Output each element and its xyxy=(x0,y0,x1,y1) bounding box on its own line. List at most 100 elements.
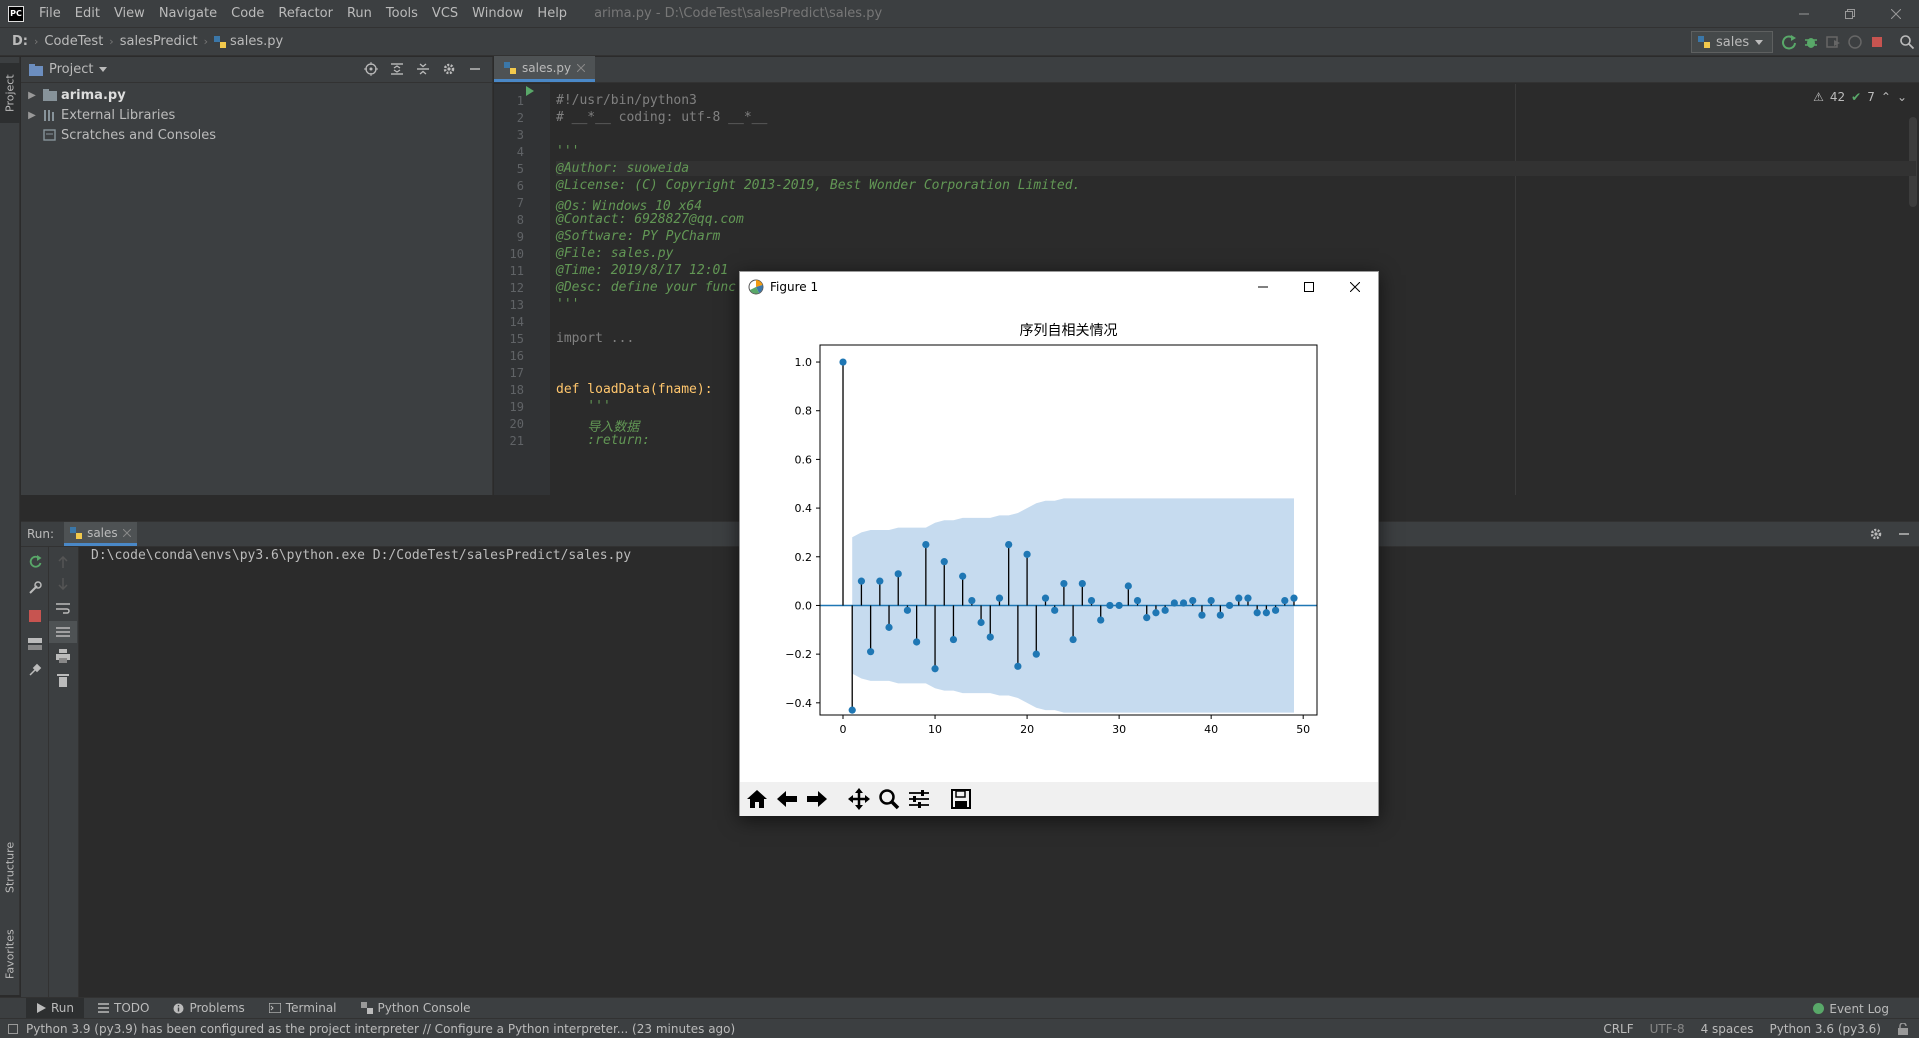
breadcrumb-salespredict[interactable]: salesPredict xyxy=(120,34,198,49)
zoom-button[interactable] xyxy=(874,784,904,814)
chevron-down-icon xyxy=(1755,39,1764,45)
debug-button[interactable] xyxy=(1803,34,1819,50)
breadcrumb-codetest[interactable]: CodeTest xyxy=(44,34,103,49)
menu-window[interactable]: Window xyxy=(465,0,530,27)
acf-point xyxy=(1216,611,1224,619)
folder-icon xyxy=(43,89,57,101)
bottom-tab-terminal[interactable]: Terminal xyxy=(259,998,347,1019)
bottom-tab-problems[interactable]: Problems xyxy=(163,998,254,1019)
rerun-button[interactable] xyxy=(21,551,49,573)
breadcrumb-drive[interactable]: D: xyxy=(12,34,28,49)
configure-subplots-button[interactable] xyxy=(904,784,934,814)
bottom-tab-python-console[interactable]: Python Console xyxy=(351,998,481,1019)
figure-title-bar[interactable]: Figure 1 xyxy=(740,272,1378,302)
event-log-button[interactable]: Event Log xyxy=(1813,998,1889,1019)
soft-wrap-button[interactable] xyxy=(49,597,77,619)
locate-target-icon[interactable] xyxy=(364,62,378,76)
menu-view[interactable]: View xyxy=(107,0,152,27)
interpreter-widget[interactable]: Python 3.6 (py3.6) xyxy=(1770,1022,1881,1036)
acf-point xyxy=(867,648,875,656)
back-button[interactable] xyxy=(772,784,802,814)
menu-tools[interactable]: Tools xyxy=(379,0,425,27)
acf-point xyxy=(1179,599,1188,607)
project-tool-tab[interactable]: Project xyxy=(0,63,20,123)
close-window-button[interactable] xyxy=(1873,0,1919,27)
menu-file[interactable]: File xyxy=(32,0,68,27)
stop-run-button[interactable] xyxy=(21,605,49,627)
close-tab-icon[interactable] xyxy=(577,63,586,72)
breadcrumb-sales-py[interactable]: sales.py xyxy=(230,34,283,49)
save-figure-button[interactable] xyxy=(946,784,976,814)
pin-tab-button[interactable] xyxy=(21,659,49,681)
tree-item-external-libraries[interactable]: ▶ External Libraries xyxy=(21,105,492,125)
print-button[interactable] xyxy=(49,645,77,667)
rerun-button[interactable] xyxy=(1781,34,1797,50)
bottom-tab-todo[interactable]: TODO xyxy=(88,998,159,1019)
close-tab-icon[interactable] xyxy=(122,528,131,537)
breadcrumb-separator: › xyxy=(203,35,209,48)
menu-navigate[interactable]: Navigate xyxy=(152,0,224,27)
gear-icon[interactable] xyxy=(1869,527,1883,541)
tree-item-arima-py[interactable]: ▶ arima.py xyxy=(21,85,492,105)
chevron-right-icon[interactable]: ▶ xyxy=(25,90,39,101)
collapse-all-icon[interactable] xyxy=(416,62,430,76)
coverage-button[interactable] xyxy=(1825,34,1841,50)
figure-minimize-button[interactable] xyxy=(1240,272,1286,302)
close-icon xyxy=(1350,282,1360,292)
project-panel-title[interactable]: Project xyxy=(49,62,93,77)
minimize-button[interactable] xyxy=(1781,0,1827,27)
lock-icon[interactable] xyxy=(1897,1023,1909,1035)
console-output[interactable]: D:\code\conda\envs\py3.6\python.exe D:/C… xyxy=(91,548,631,563)
acf-point xyxy=(1143,614,1151,622)
tool-windows-icon[interactable] xyxy=(8,1023,18,1034)
hide-panel-icon[interactable] xyxy=(1897,527,1911,541)
figure-window[interactable]: Figure 1 序列自相关情况 0 10 20 30 40 50 1.0 0.8 0.6 0.4 0… xyxy=(739,271,1379,816)
chevron-down-icon[interactable] xyxy=(99,67,108,72)
encoding-widget[interactable]: UTF-8 xyxy=(1650,1022,1685,1036)
run-tab-sales[interactable]: sales xyxy=(64,522,137,546)
favorites-tool-tab[interactable]: Favorites xyxy=(0,917,20,992)
scroll-up-button[interactable] xyxy=(49,551,77,573)
structure-tool-tab[interactable]: Structure xyxy=(0,827,20,907)
search-everywhere-button[interactable] xyxy=(1899,34,1915,50)
inspection-widget[interactable]: ⚠ 42 ✔ 7 ⌃ ⌄ xyxy=(1813,90,1907,104)
tree-item-scratches[interactable]: Scratches and Consoles xyxy=(21,125,492,145)
editor-tab-sales-py[interactable]: sales.py xyxy=(494,56,596,82)
restore-layout-button[interactable] xyxy=(21,633,49,655)
chevron-down-icon[interactable]: ⌄ xyxy=(1897,90,1907,104)
gear-icon[interactable] xyxy=(442,62,456,76)
line-separator-widget[interactable]: CRLF xyxy=(1603,1022,1633,1036)
run-configuration-select[interactable]: sales xyxy=(1691,31,1773,53)
menu-vcs[interactable]: VCS xyxy=(425,0,465,27)
menu-edit[interactable]: Edit xyxy=(68,0,107,27)
y-tick-label: 0.0 xyxy=(795,599,813,612)
expand-all-icon[interactable] xyxy=(390,62,404,76)
menu-refactor[interactable]: Refactor xyxy=(271,0,340,27)
home-button[interactable] xyxy=(742,784,772,814)
menu-code[interactable]: Code xyxy=(224,0,271,27)
line-number: 3 xyxy=(516,128,524,142)
scroll-down-button[interactable] xyxy=(49,573,77,595)
figure-maximize-button[interactable] xyxy=(1286,272,1332,302)
menu-run[interactable]: Run xyxy=(340,0,379,27)
pan-button[interactable] xyxy=(844,784,874,814)
restore-button[interactable] xyxy=(1827,0,1873,27)
acf-point xyxy=(1014,662,1022,670)
hide-panel-icon[interactable] xyxy=(468,62,482,76)
menu-help[interactable]: Help xyxy=(530,0,574,27)
modify-run-config-button[interactable] xyxy=(21,577,49,599)
stop-button[interactable] xyxy=(1869,34,1885,50)
code-line: @Desc: define your func xyxy=(556,280,737,295)
chevron-up-icon[interactable]: ⌃ xyxy=(1881,90,1891,104)
forward-button[interactable] xyxy=(802,784,832,814)
acf-point xyxy=(1262,609,1270,617)
scroll-to-end-button[interactable] xyxy=(49,621,77,643)
bottom-tab-run[interactable]: Run xyxy=(26,997,85,1019)
clear-all-button[interactable] xyxy=(49,669,77,691)
chevron-right-icon[interactable]: ▶ xyxy=(25,110,39,121)
indent-widget[interactable]: 4 spaces xyxy=(1701,1022,1754,1036)
profile-button[interactable] xyxy=(1847,34,1863,50)
status-message[interactable]: Python 3.9 (py3.9) has been configured a… xyxy=(26,1022,735,1036)
run-gutter-icon[interactable] xyxy=(526,86,534,96)
figure-close-button[interactable] xyxy=(1332,272,1378,302)
